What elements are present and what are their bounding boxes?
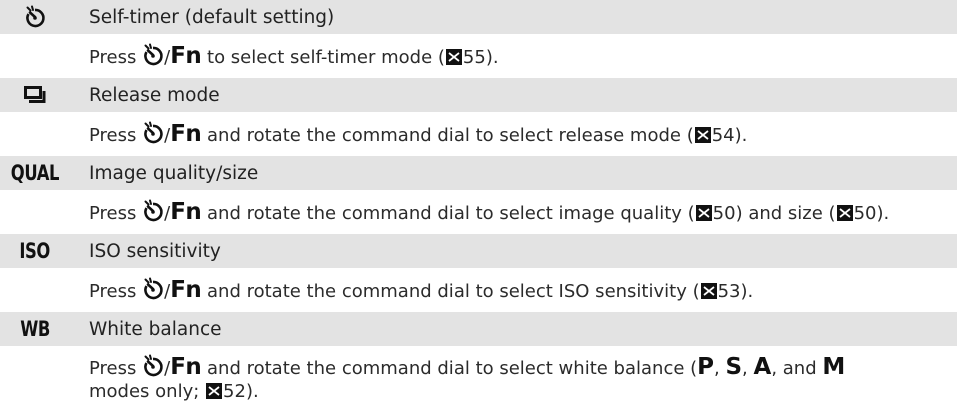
self-timer-icon bbox=[144, 199, 163, 222]
row-header-release-mode: Release mode bbox=[0, 78, 957, 112]
desc-text: ). bbox=[876, 203, 890, 224]
fn-button-label: Fn bbox=[170, 199, 202, 225]
qual-icon-label: QUAL bbox=[10, 161, 60, 185]
page-ref: 53 bbox=[717, 281, 741, 302]
desc-text: modes only; bbox=[89, 381, 200, 402]
iso-icon-label: ISO bbox=[19, 239, 51, 263]
page-reference-icon bbox=[836, 205, 853, 221]
page-ref: 54 bbox=[711, 125, 735, 146]
page-reference-icon bbox=[694, 127, 711, 143]
release-mode-icon bbox=[0, 78, 70, 112]
row-desc-image-quality: Press /Fn and rotate the command dial to… bbox=[0, 190, 957, 234]
self-timer-icon bbox=[144, 121, 163, 144]
mode-m-label: M bbox=[822, 354, 846, 380]
desc-text: Press bbox=[89, 358, 137, 379]
function-settings-table: Self-timer (default setting) Press /Fn t… bbox=[0, 0, 957, 411]
self-timer-icon bbox=[144, 277, 163, 300]
iso-icon: ISO bbox=[0, 234, 70, 268]
row-desc-self-timer: Press /Fn to select self-timer mode (55)… bbox=[0, 34, 957, 78]
page-ref: 52 bbox=[223, 381, 246, 402]
desc-text: , bbox=[742, 358, 754, 379]
desc-text: and rotate the command dial to select IS… bbox=[207, 281, 700, 302]
desc-text: , bbox=[714, 358, 726, 379]
page-reference-icon bbox=[445, 49, 462, 65]
desc-text: and rotate the command dial to select wh… bbox=[207, 358, 698, 379]
row-desc-release-mode: Press /Fn and rotate the command dial to… bbox=[0, 112, 957, 156]
desc-text: ). bbox=[485, 47, 499, 68]
row-header-iso: ISO ISO sensitivity bbox=[0, 234, 957, 268]
wb-icon-label: WB bbox=[20, 317, 50, 341]
page-reference-icon bbox=[206, 383, 223, 399]
desc-text: ). bbox=[734, 125, 748, 146]
desc-text: Press bbox=[89, 281, 137, 302]
page-reference-icon bbox=[700, 283, 717, 299]
desc-text: Press bbox=[89, 125, 137, 146]
desc-text: to select self-timer mode ( bbox=[207, 47, 445, 68]
row-header-white-balance: WB White balance bbox=[0, 312, 957, 346]
mode-p-label: P bbox=[697, 354, 715, 380]
row-title-release-mode: Release mode bbox=[89, 84, 220, 106]
row-header-image-quality: QUAL Image quality/size bbox=[0, 156, 957, 190]
desc-text: and rotate the command dial to select re… bbox=[207, 125, 694, 146]
row-desc-white-balance: Press /Fn and rotate the command dial to… bbox=[0, 346, 957, 411]
desc-text: ). bbox=[245, 381, 259, 402]
desc-text: ) and size ( bbox=[735, 203, 836, 224]
self-timer-icon bbox=[0, 0, 70, 34]
page-reference-icon bbox=[695, 205, 712, 221]
fn-button-label: Fn bbox=[170, 121, 202, 147]
desc-text: and rotate the command dial to select im… bbox=[207, 203, 695, 224]
row-title-image-quality: Image quality/size bbox=[89, 162, 259, 184]
fn-button-label: Fn bbox=[170, 277, 202, 303]
white-balance-icon: WB bbox=[0, 312, 70, 346]
fn-button-label: Fn bbox=[170, 43, 202, 69]
fn-button-label: Fn bbox=[170, 354, 202, 380]
row-title-self-timer: Self-timer (default setting) bbox=[89, 6, 335, 28]
row-title-white-balance: White balance bbox=[89, 318, 222, 340]
desc-text: , and bbox=[771, 358, 817, 379]
desc-text: Press bbox=[89, 47, 137, 68]
mode-s-label: S bbox=[725, 354, 743, 380]
self-timer-icon bbox=[144, 43, 163, 66]
row-desc-iso: Press /Fn and rotate the command dial to… bbox=[0, 268, 957, 312]
image-quality-icon: QUAL bbox=[0, 156, 70, 190]
row-title-iso: ISO sensitivity bbox=[89, 240, 221, 262]
page-ref: 55 bbox=[462, 47, 486, 68]
page-ref: 50 bbox=[853, 203, 877, 224]
desc-text: ). bbox=[740, 281, 754, 302]
page-ref: 50 bbox=[712, 203, 736, 224]
row-header-self-timer: Self-timer (default setting) bbox=[0, 0, 957, 34]
self-timer-icon bbox=[144, 354, 163, 377]
desc-text: Press bbox=[89, 203, 137, 224]
mode-a-label: A bbox=[753, 354, 772, 380]
